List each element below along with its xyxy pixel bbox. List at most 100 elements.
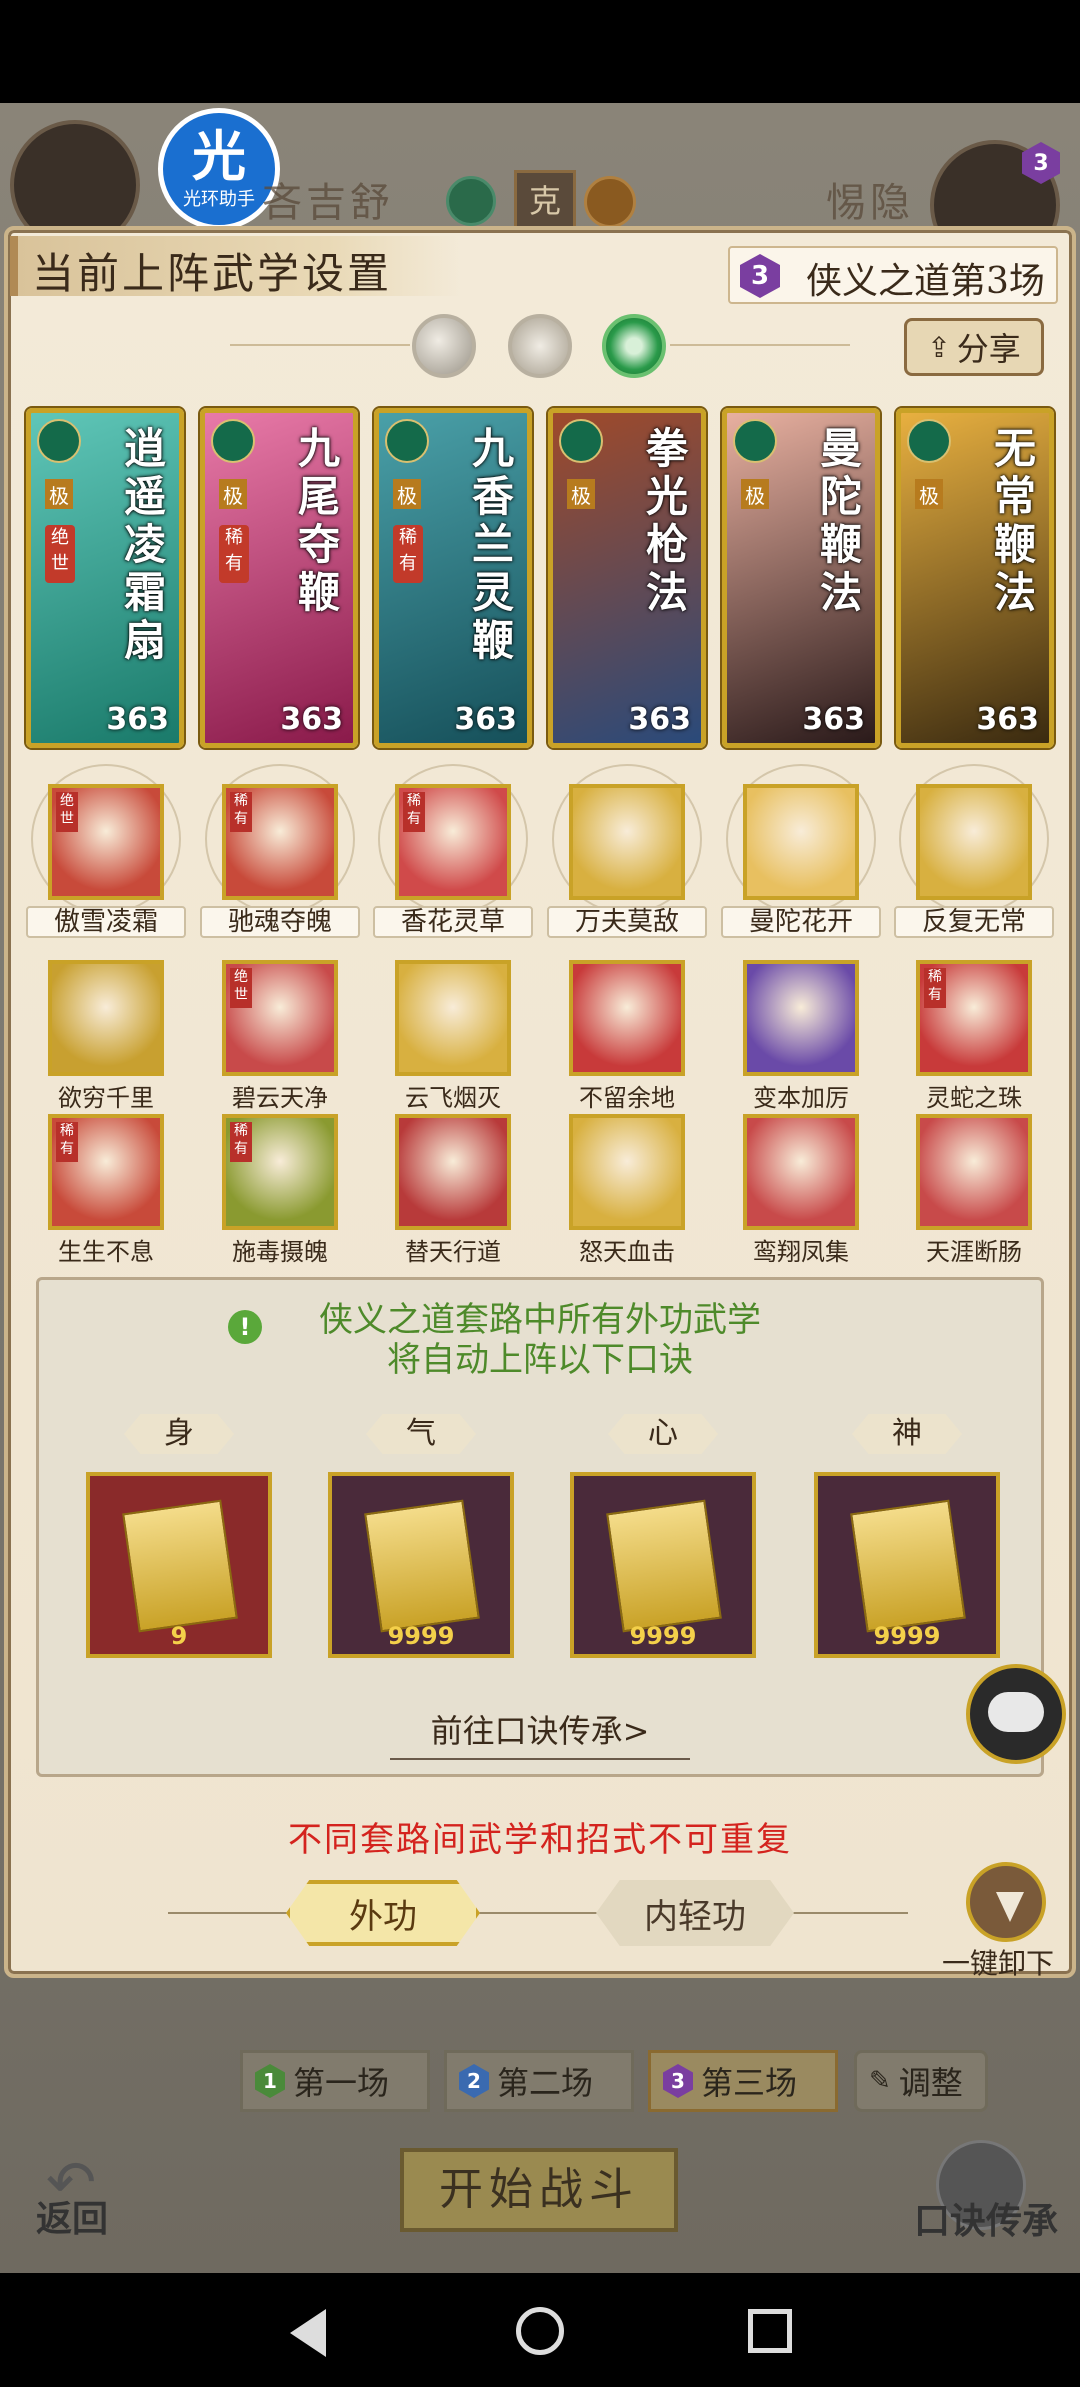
rune-scroll-icon [364, 1499, 480, 1633]
card-tier: 稀有 [219, 525, 249, 583]
skill-label: 万夫莫敌 [547, 906, 707, 938]
player-right-name: 惕隐 [826, 180, 914, 226]
skill-icon[interactable] [569, 960, 685, 1076]
card-school-icon [385, 419, 429, 463]
card-level: 363 [454, 702, 517, 737]
unload-label: 一键卸下 [942, 1947, 1055, 1980]
skill-icon[interactable]: 绝世 [222, 960, 338, 1076]
rune-inherit-link[interactable]: 前往口诀传承> [390, 1706, 690, 1760]
round-tab[interactable]: 1 第一场 [240, 2050, 430, 2112]
start-battle-button[interactable]: 开始战斗 [400, 2148, 678, 2232]
scene-label: 侠义之道第3场 [806, 261, 1045, 302]
skill-label: 反复无常 [894, 906, 1054, 938]
tab-outer[interactable]: 外功 [286, 1880, 480, 1946]
rune-info-text: 侠义之道套路中所有外功武学 将自动上阵以下口诀 [319, 1300, 761, 1380]
rune-slot[interactable]: 9999 [814, 1472, 1000, 1658]
panel-title: 当前上阵武学设置 [32, 249, 393, 298]
nav-back-icon[interactable] [290, 2309, 326, 2357]
player-left-name: 吝吉舒 [262, 180, 394, 226]
rune-type-label: 气 [366, 1414, 476, 1454]
skill-tag: 稀有 [230, 792, 252, 832]
skill-icon[interactable]: 稀有 [48, 1114, 164, 1230]
tab-inner[interactable]: 内轻功 [596, 1880, 794, 1946]
skill-icon[interactable] [743, 784, 859, 900]
share-button[interactable]: ⇪ 分享 [904, 318, 1044, 376]
skill-icon[interactable] [916, 784, 1032, 900]
skill-tag: 稀有 [56, 1122, 78, 1162]
adjust-button[interactable]: ✎ 调整 [854, 2050, 988, 2112]
sun-orb-icon [584, 176, 636, 228]
rune-count: 9999 [873, 1622, 941, 1650]
skill-icon[interactable] [569, 784, 685, 900]
card-grade: 极 [393, 479, 421, 509]
moon-orb-icon [446, 176, 496, 226]
card-school-icon [211, 419, 255, 463]
martial-card[interactable]: 逍遥凌霜扇极绝世 363 [26, 408, 184, 748]
card-school-icon [559, 419, 603, 463]
round-tab[interactable]: 2 第二场 [444, 2050, 634, 2112]
player-left-avatar [10, 120, 160, 250]
card-level: 363 [106, 702, 169, 737]
skill-icon[interactable] [743, 960, 859, 1076]
rune-slot[interactable]: 9999 [328, 1472, 514, 1658]
martial-card[interactable]: 拳光枪法极 363 [548, 408, 706, 748]
skill-icon[interactable] [569, 1114, 685, 1230]
skill-icon[interactable] [916, 1114, 1032, 1230]
info-icon: ! [228, 1310, 262, 1344]
skill-label: 生生不息 [58, 1238, 154, 1266]
rune-inherit-label[interactable]: 口诀传承 [914, 2192, 1058, 2244]
card-school-icon [907, 419, 951, 463]
skill-icon[interactable]: 稀有 [916, 960, 1032, 1076]
skill-icon[interactable]: 稀有 [222, 784, 338, 900]
round-number-badge: 1 [255, 2064, 285, 2098]
rune-slot[interactable]: 9999 [570, 1472, 756, 1658]
card-grade: 极 [45, 479, 73, 509]
skill-icon[interactable]: 稀有 [395, 784, 511, 900]
round-tab[interactable]: 3 第三场 [648, 2050, 838, 2112]
martial-card[interactable]: 曼陀鞭法极 363 [722, 408, 880, 748]
unload-down-icon[interactable] [966, 1862, 1046, 1942]
card-school-icon [37, 419, 81, 463]
sun-phase-icon[interactable] [508, 314, 572, 378]
skill-tag: 绝世 [230, 968, 252, 1008]
moon-phase-icon[interactable] [412, 314, 476, 378]
skill-icon[interactable] [48, 960, 164, 1076]
martial-card[interactable]: 无常鞭法极 363 [896, 408, 1054, 748]
skill-label: 天涯断肠 [926, 1238, 1022, 1266]
rune-slot[interactable]: 9 [86, 1472, 272, 1658]
skill-icon[interactable]: 稀有 [222, 1114, 338, 1230]
card-grade: 极 [741, 479, 769, 509]
skill-label: 鸾翔凤集 [753, 1238, 849, 1266]
skill-label: 曼陀花开 [721, 906, 881, 938]
back-button[interactable]: ↶ 返回 [36, 2138, 136, 2240]
nav-home-icon[interactable] [516, 2307, 564, 2355]
skill-label: 驰魂夺魄 [200, 906, 360, 938]
card-grade: 极 [219, 479, 247, 509]
skill-label: 替天行道 [405, 1238, 501, 1266]
rune-scroll-icon [122, 1499, 238, 1633]
skill-tag: 稀有 [924, 968, 946, 1008]
status-bar [0, 0, 1080, 103]
card-level: 363 [628, 702, 691, 737]
rune-scroll-icon [606, 1499, 722, 1633]
chat-bubble-icon[interactable] [966, 1664, 1066, 1764]
skill-icon[interactable]: 绝世 [48, 784, 164, 900]
martial-card[interactable]: 九香兰灵鞭极稀有 363 [374, 408, 532, 748]
divider-left [230, 344, 410, 346]
nav-recent-icon[interactable] [748, 2309, 792, 2353]
rune-scroll-icon [850, 1499, 966, 1633]
skill-label: 碧云天净 [232, 1084, 328, 1112]
card-level: 363 [976, 702, 1039, 737]
rune-count: 9999 [387, 1622, 455, 1650]
martial-card[interactable]: 九尾夺鞭极稀有 363 [200, 408, 358, 748]
skill-icon[interactable] [395, 1114, 511, 1230]
card-grade: 极 [915, 479, 943, 509]
round-number-badge: 2 [459, 2064, 489, 2098]
card-tier: 稀有 [393, 525, 423, 583]
share-icon: ⇪ [927, 330, 951, 364]
skill-icon[interactable] [395, 960, 511, 1076]
crescent-phase-icon[interactable] [602, 314, 666, 378]
skill-icon[interactable] [743, 1114, 859, 1230]
skill-tag: 绝世 [56, 792, 78, 832]
card-level: 363 [802, 702, 865, 737]
